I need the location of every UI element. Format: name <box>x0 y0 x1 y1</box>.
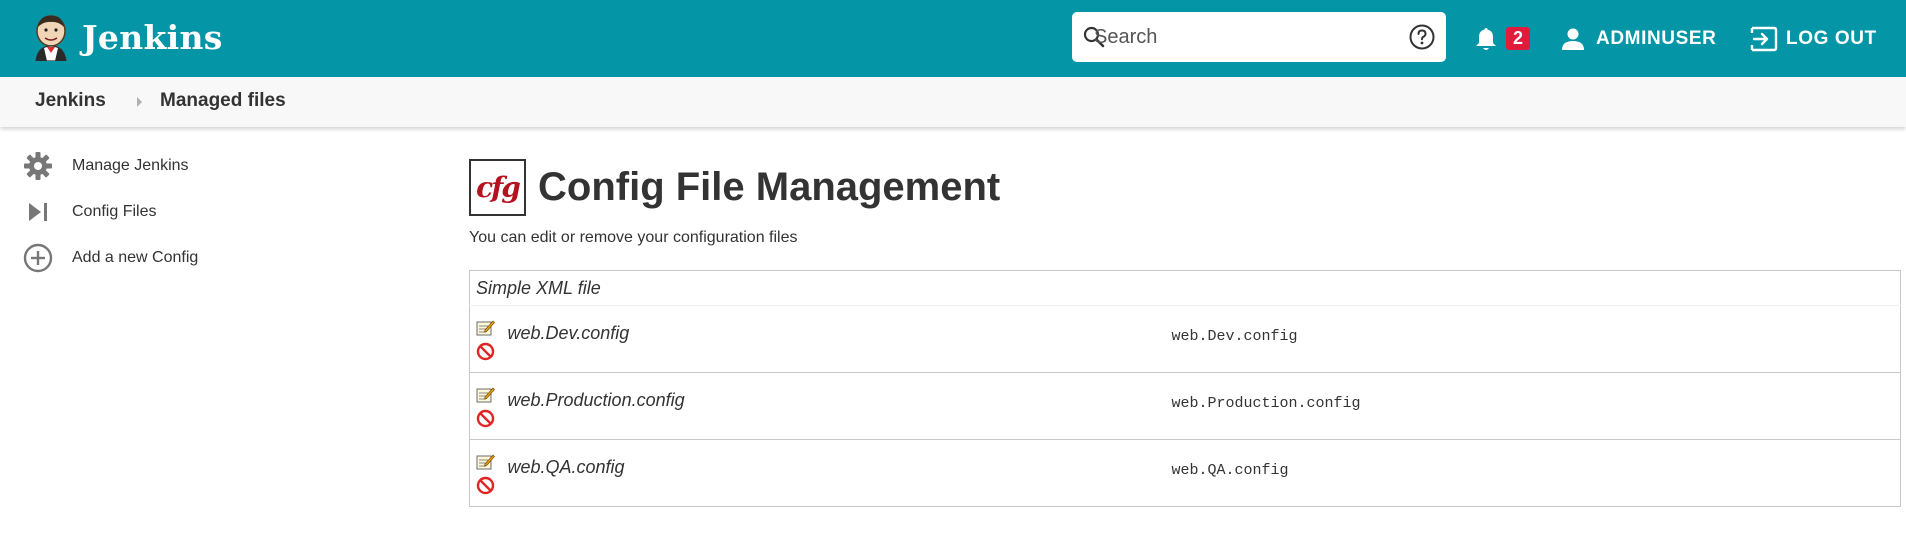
file-name: web.QA.config <box>507 456 625 477</box>
cfg-icon-text: cfg <box>476 170 521 204</box>
page-header: cfg Config File Management <box>469 158 1000 216</box>
top-header: Jenkins 2 ADMINUSER <box>0 0 1906 77</box>
breadcrumb: Jenkins Managed files <box>0 77 1906 127</box>
delete-icon[interactable] <box>476 342 495 361</box>
row-actions <box>469 305 508 373</box>
edit-icon[interactable] <box>476 385 495 404</box>
notification-count-badge: 2 <box>1506 27 1530 50</box>
breadcrumb-managed-files[interactable]: Managed files <box>160 90 286 112</box>
sidebar-item-label: Add a new Config <box>72 249 199 266</box>
row-actions <box>470 440 508 507</box>
brand-name: Jenkins <box>82 17 223 57</box>
search-input[interactable] <box>1086 20 1386 54</box>
gear-icon <box>24 152 52 180</box>
file-id: web.Production.config <box>1171 372 1901 440</box>
sidebar-item-manage-jenkins[interactable]: Manage Jenkins <box>22 148 282 184</box>
table-row: web.QA.config web.QA.config <box>470 440 1901 507</box>
jenkins-home-link[interactable]: Jenkins <box>30 12 223 62</box>
sidebar-item-label: Manage Jenkins <box>72 157 189 174</box>
table-row: web.Dev.config web.Dev.config <box>469 305 1901 373</box>
page-title: Config File Management <box>538 164 1001 209</box>
user-icon <box>1562 28 1584 50</box>
delete-icon[interactable] <box>476 476 495 495</box>
logout-label: LOG OUT <box>1786 28 1877 49</box>
cfg-file-icon: cfg <box>469 158 526 216</box>
group-title: Simple XML file <box>469 270 1901 306</box>
sidebar-item-config-files[interactable]: Config Files <box>22 194 282 230</box>
notifications-button[interactable]: 2 <box>1474 24 1534 54</box>
file-id: web.QA.config <box>1171 461 1289 479</box>
add-circle-icon <box>23 243 53 273</box>
sidebar-item-add-new-config[interactable]: Add a new Config <box>22 240 282 276</box>
delete-icon[interactable] <box>476 409 495 428</box>
breadcrumb-jenkins[interactable]: Jenkins <box>35 90 106 112</box>
table-row: web.Production.config web.Production.con… <box>469 372 1901 440</box>
row-actions <box>469 372 508 440</box>
edit-icon[interactable] <box>476 452 495 471</box>
skip-next-icon <box>29 203 47 221</box>
search-box <box>1072 12 1446 62</box>
user-name: ADMINUSER <box>1596 28 1717 49</box>
jenkins-logo-icon <box>35 15 67 61</box>
user-menu[interactable]: ADMINUSER <box>1560 24 1716 54</box>
sidebar-item-label: Config Files <box>72 203 157 220</box>
group-header-row: Simple XML file <box>469 270 1901 306</box>
file-id: web.Dev.config <box>1171 305 1901 373</box>
bell-icon <box>1476 28 1496 50</box>
file-name: web.Production.config <box>507 372 1172 440</box>
chevron-right-icon[interactable] <box>136 96 144 108</box>
logout-button[interactable]: LOG OUT <box>1750 24 1877 54</box>
edit-icon[interactable] <box>476 318 495 337</box>
page-description: You can edit or remove your configuratio… <box>469 229 798 246</box>
file-name: web.Dev.config <box>507 305 1172 373</box>
config-files-table: Simple XML file web.Dev.config web.Dev.c… <box>469 270 1901 507</box>
help-icon[interactable] <box>1408 23 1436 51</box>
logout-icon <box>1750 26 1778 52</box>
